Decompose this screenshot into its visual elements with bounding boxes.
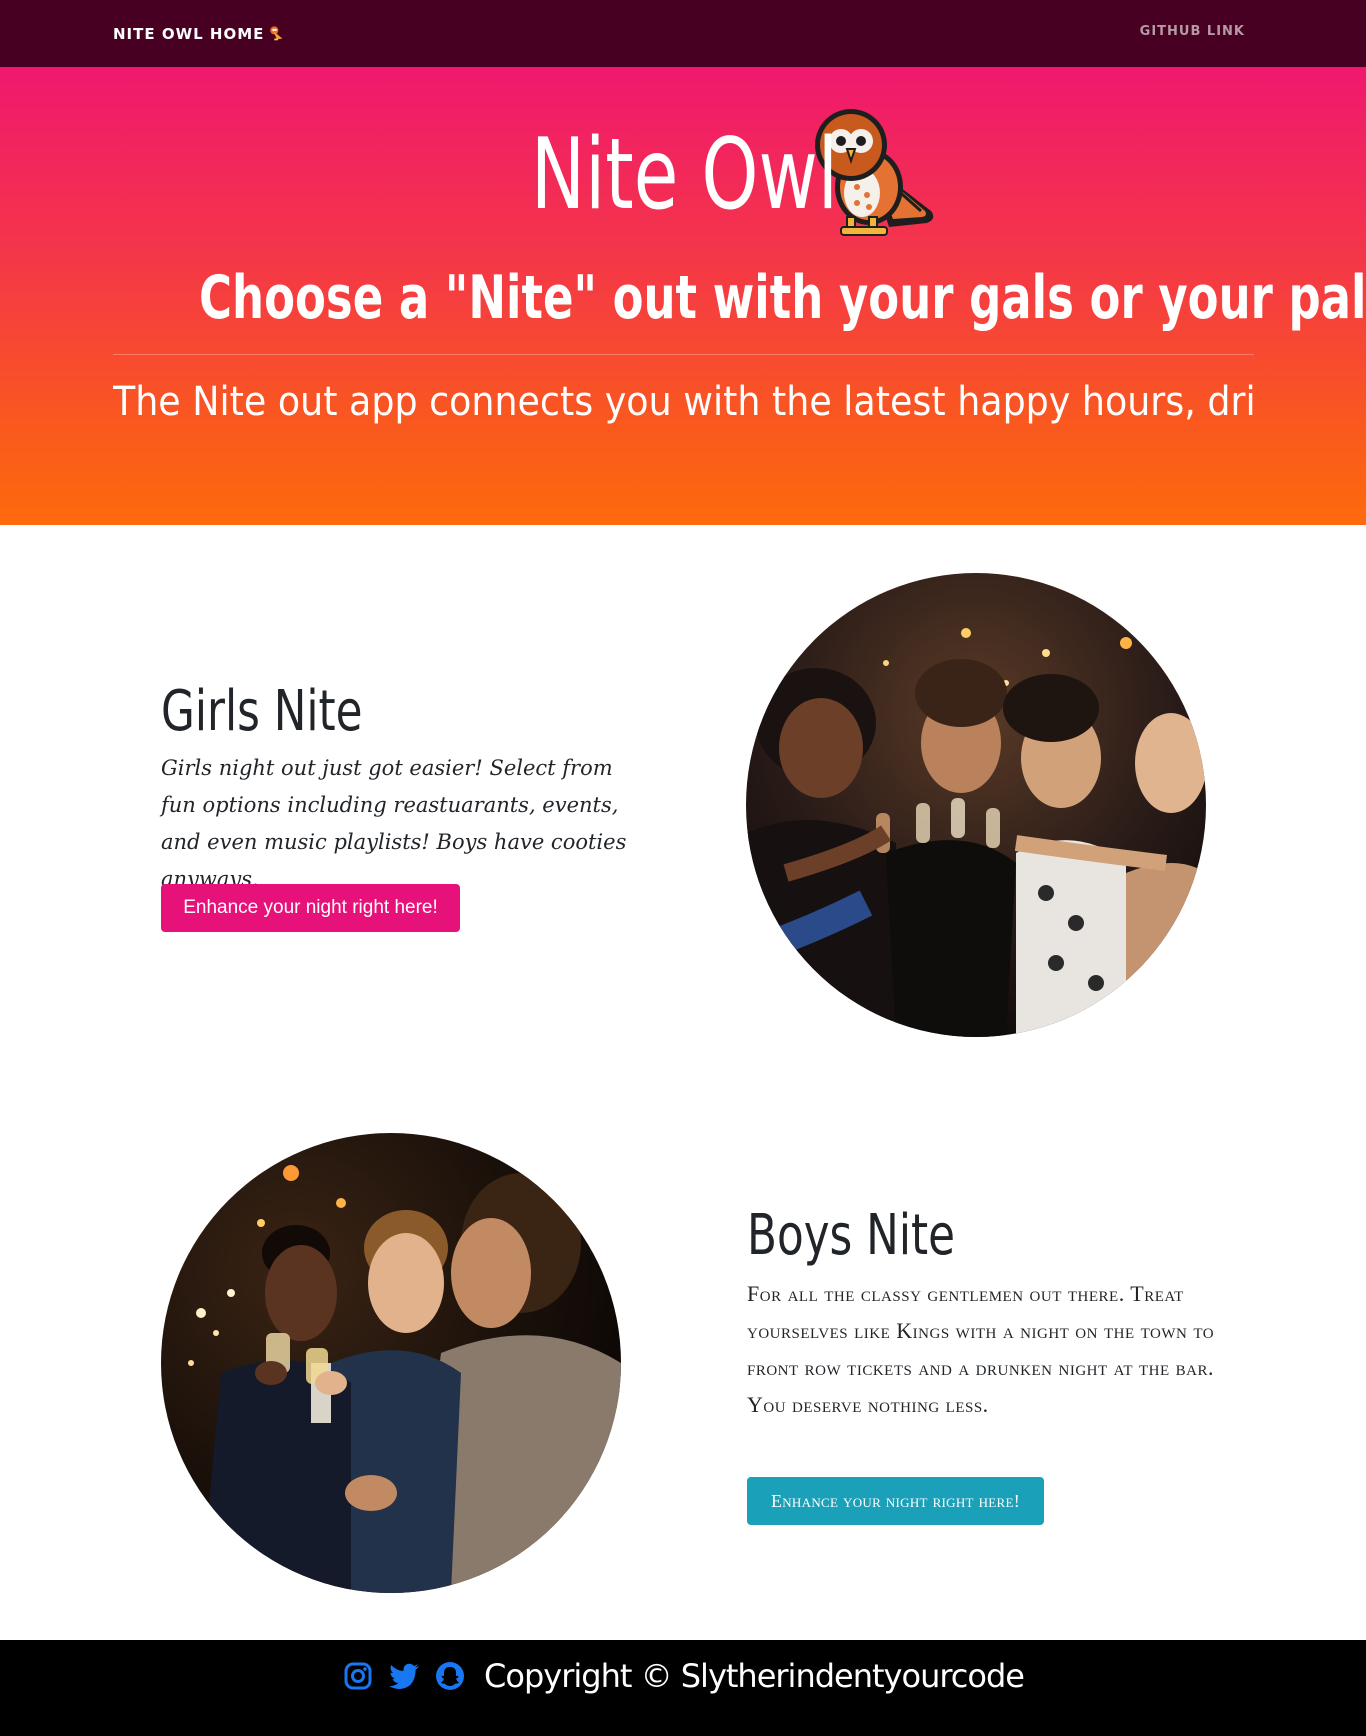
girls-nite-photo — [746, 573, 1206, 1037]
hero-tagline-marquee: The Nite out app connects you with the l… — [113, 372, 1254, 432]
snapchat-icon[interactable] — [434, 1660, 466, 1692]
nav-brand-label: NITE OWL HOME — [113, 25, 265, 43]
girls-nite-enhance-button[interactable]: Enhance your night right here! — [161, 884, 460, 932]
boys-nite-photo — [161, 1133, 621, 1593]
footer-copyright: Copyright © Slytherindentyourcode — [484, 1657, 1025, 1695]
hero-jumbotron: Nite Owl Choose a "Nite" out with your g… — [0, 67, 1366, 525]
instagram-icon[interactable] — [342, 1660, 374, 1692]
hero-subtitle: Choose a "Nite" out with your gals or yo… — [0, 268, 1366, 328]
girls-nite-description: Girls night out just got easier! Select … — [161, 756, 627, 891]
boys-nite-heading: Boys Nite — [747, 1203, 955, 1268]
owl-icon — [270, 26, 283, 41]
girls-nite-heading: Girls Nite — [161, 679, 363, 744]
footer-row: Copyright © Slytherindentyourcode — [0, 1652, 1366, 1700]
boys-nite-description: For all the classy gentlemen out there. … — [747, 1281, 1215, 1417]
footer: Copyright © Slytherindentyourcode — [0, 1640, 1366, 1736]
nav-brand-link[interactable]: NITE OWL HOME — [113, 22, 286, 46]
hero-subtitle-text: Choose a "Nite" out with your gals or yo… — [199, 263, 1366, 333]
hero-divider — [113, 354, 1254, 355]
hero-tagline: The Nite out app connects you with the l… — [113, 379, 1254, 425]
hero-title: Nite Owl — [530, 118, 838, 232]
boys-nite-enhance-button[interactable]: Enhance your night right here! — [747, 1477, 1044, 1525]
twitter-icon[interactable] — [388, 1660, 420, 1692]
navbar: NITE OWL HOME GITHUB LINK — [0, 0, 1366, 67]
hero-title-row: Nite Owl — [0, 107, 1366, 243]
github-link[interactable]: GITHUB LINK — [1140, 24, 1245, 39]
